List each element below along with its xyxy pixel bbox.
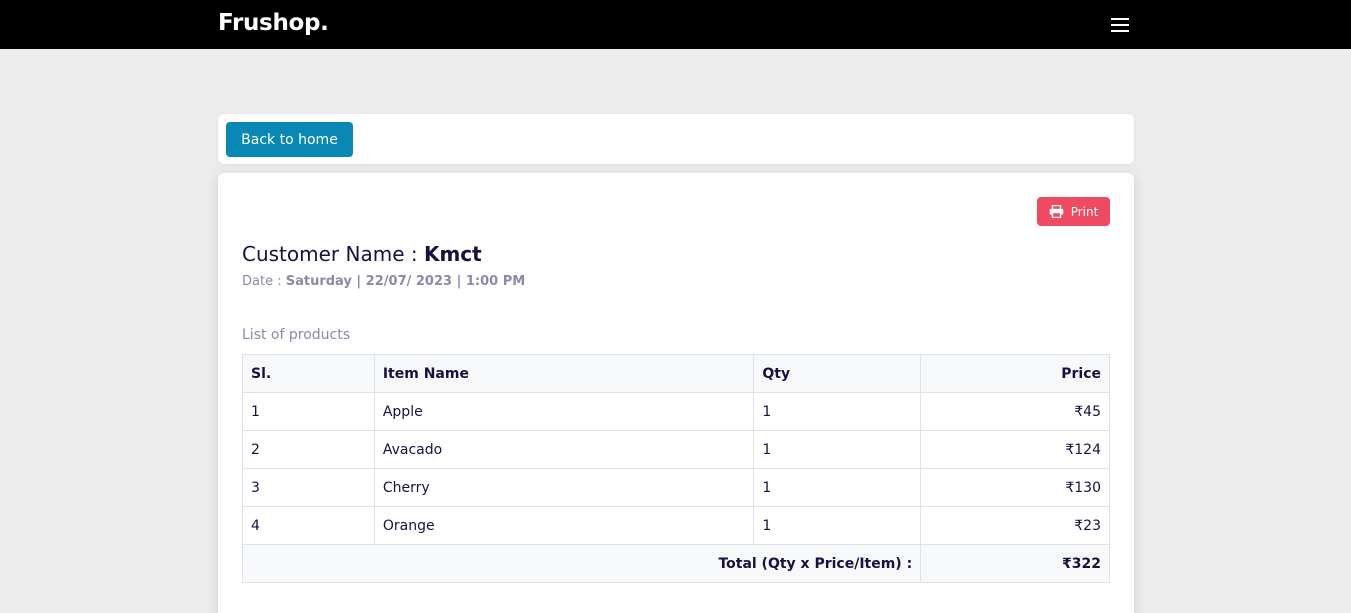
navbar: Frushop.: [0, 0, 1351, 49]
table-row: 1 Apple 1 ₹45: [242, 392, 1110, 431]
table-total-row: Total (Qty x Price/Item) : ₹322: [241, 544, 1110, 583]
cell-price: ₹23: [920, 506, 1110, 545]
table-row: 4 Orange 1 ₹23: [242, 506, 1110, 545]
cell-item-name: Cherry: [373, 468, 755, 507]
table-row: 3 Cherry 1 ₹130: [242, 468, 1110, 507]
order-date: Date : Saturday | 22/07/ 2023 | 1:00 PM: [242, 274, 525, 289]
back-to-home-button[interactable]: Back to home: [226, 122, 353, 157]
total-value: ₹322: [920, 544, 1110, 583]
date-value: Saturday | 22/07/ 2023 | 1:00 PM: [285, 274, 526, 289]
print-label: Print: [1070, 204, 1099, 219]
cell-price: ₹124: [920, 430, 1110, 469]
cell-item-name: Apple: [373, 392, 755, 431]
table-row: 2 Avacado 1 ₹124: [242, 430, 1110, 469]
brand-logo[interactable]: Frushop.: [218, 10, 329, 36]
customer-label: Customer Name :: [242, 242, 424, 266]
top-actions-card: Back to home: [218, 114, 1134, 164]
cell-item-name: Avacado: [373, 430, 755, 469]
cell-sl: 2: [242, 430, 375, 469]
cell-price: ₹130: [920, 468, 1110, 507]
products-list-title: List of products: [242, 327, 351, 343]
print-button[interactable]: Print: [1037, 197, 1110, 226]
date-label: Date :: [242, 274, 286, 289]
invoice-card: Print Customer Name : Kmct Date : Saturd…: [218, 173, 1134, 613]
cell-qty: 1: [753, 468, 922, 507]
cell-qty: 1: [753, 430, 922, 469]
total-label: Total (Qty x Price/Item) :: [241, 544, 922, 583]
printer-icon: [1049, 205, 1063, 218]
col-header-qty: Qty: [753, 354, 922, 393]
cell-sl: 4: [242, 506, 375, 545]
cell-price: ₹45: [920, 392, 1110, 431]
table-header-row: Sl. Item Name Qty Price: [242, 354, 1110, 393]
col-header-item-name: Item Name: [373, 354, 755, 393]
products-table: Sl. Item Name Qty Price 1 Apple 1 ₹45 2 …: [241, 354, 1110, 583]
cell-qty: 1: [753, 392, 922, 431]
hamburger-menu-icon[interactable]: [1108, 15, 1132, 35]
cell-sl: 1: [242, 392, 375, 431]
cell-sl: 3: [242, 468, 375, 507]
col-header-sl: Sl.: [242, 354, 375, 393]
customer-name-value: Kmct: [423, 242, 482, 266]
cell-qty: 1: [753, 506, 922, 545]
cell-item-name: Orange: [373, 506, 755, 545]
customer-name: Customer Name : Kmct: [242, 242, 482, 266]
col-header-price: Price: [920, 354, 1110, 393]
